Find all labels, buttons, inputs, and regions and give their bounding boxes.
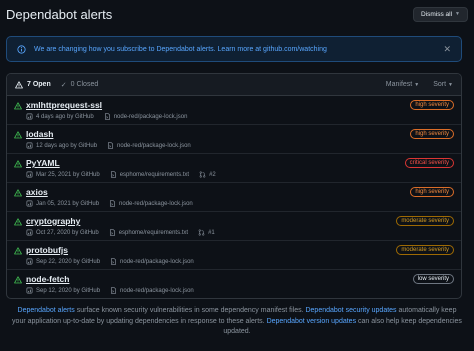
alert-manifest[interactable]: node-red/package-lock.json [114,114,188,120]
alert-icon [15,80,23,88]
alert-icon [14,276,22,284]
chevron-down-icon: ▼ [455,11,460,17]
close-icon[interactable]: ✕ [443,44,451,55]
alert-row[interactable]: cryptography Oct 27, 2020 by GitHub esph… [7,212,461,241]
alert-date: 12 days ago by GitHub [36,142,98,149]
alert-name-link[interactable]: axios [26,187,48,197]
alert-meta: Sep 22, 2020 by GitHub node-red/package-… [26,258,194,265]
alerts-toolbar: 7 Open ✓ 0 Closed Manifest ▼ Sort ▼ [7,74,461,96]
shield-icon [26,171,33,178]
alert-row[interactable]: axios Jan 05, 2021 by GitHub node-red/pa… [7,183,461,212]
alert-manifest[interactable]: node-red/package-lock.json [120,288,194,294]
alert-name-link[interactable]: lodash [26,129,53,139]
shield-icon [26,258,33,265]
alert-icon [14,189,22,197]
info-icon [17,44,26,54]
alert-date: Mar 25, 2021 by GitHub [36,171,100,178]
severity-badge: critical severity [404,158,454,168]
version-updates-link[interactable]: Dependabot version updates [267,318,357,325]
shield-icon [26,287,33,294]
alert-icon [14,218,22,226]
manifest-filter[interactable]: Manifest ▼ [386,81,419,88]
alert-date: 4 days ago by GitHub [36,113,94,120]
alert-manifest[interactable]: node-red/package-lock.json [119,201,193,207]
security-updates-link[interactable]: Dependabot security updates [305,307,396,314]
banner-text: We are changing how you subscribe to Dep… [34,45,327,53]
alert-meta: Jan 05, 2021 by GitHub node-red/package-… [26,200,193,207]
alert-pr-link[interactable]: #2 [209,172,216,178]
severity-badge: high severity [410,129,454,139]
alert-list: xmlhttprequest-ssl 4 days ago by GitHub … [7,96,461,298]
file-icon [108,142,114,149]
file-icon [111,287,117,294]
shield-icon [26,229,33,236]
shield-icon [26,142,33,149]
alert-meta: Oct 27, 2020 by GitHub esphome/requireme… [26,229,215,236]
shield-icon [26,113,33,120]
severity-badge: moderate severity [396,245,454,255]
alerts-panel: 7 Open ✓ 0 Closed Manifest ▼ Sort ▼ xmlh… [6,73,462,299]
tab-closed[interactable]: ✓ 0 Closed [61,81,99,89]
dependabot-alerts-link[interactable]: Dependabot alerts [18,307,75,314]
info-banner: We are changing how you subscribe to Dep… [6,36,462,62]
severity-badge: moderate severity [396,216,454,226]
alert-date: Oct 27, 2020 by GitHub [36,229,99,236]
dismiss-all-label: Dismiss all [420,10,453,18]
alert-meta: 12 days ago by GitHub node-red/package-l… [26,142,191,149]
alert-name-link[interactable]: PyYAML [26,158,60,168]
page-title: Dependabot alerts [6,6,113,22]
alert-name-link[interactable]: protobufjs [26,245,68,255]
pull-request-icon [198,229,205,236]
file-icon [109,229,115,236]
file-icon [110,200,116,207]
page-header: Dependabot alerts Dismiss all ▼ [6,0,468,28]
alert-row[interactable]: protobufjs Sep 22, 2020 by GitHub node-r… [7,241,461,270]
footer-text-1: surface known security vulnerabilities i… [74,307,306,314]
severity-badge: high severity [410,187,454,197]
alert-row[interactable]: lodash 12 days ago by GitHub node-red/pa… [7,125,461,154]
chevron-down-icon: ▼ [448,81,453,88]
alert-name-link[interactable]: xmlhttprequest-ssl [26,100,102,110]
manifest-filter-label: Manifest [385,81,413,88]
alert-pr-link[interactable]: #1 [208,230,215,236]
alert-manifest[interactable]: esphome/requirements.txt [119,230,188,236]
alert-date: Jan 05, 2021 by GitHub [36,200,100,207]
alert-meta: Sep 12, 2020 by GitHub node-red/package-… [26,287,194,294]
alert-icon [14,160,22,168]
severity-badge: high severity [410,100,454,110]
pull-request-icon [199,171,206,178]
alert-name-link[interactable]: cryptography [26,216,80,226]
tab-closed-label: 0 Closed [70,81,99,88]
file-icon [104,113,110,120]
alert-icon [14,102,22,110]
alert-icon [14,131,22,139]
alert-name-link[interactable]: node-fetch [26,274,69,284]
alert-date: Sep 12, 2020 by GitHub [36,287,101,294]
file-icon [110,171,116,178]
alert-icon [14,247,22,255]
severity-badge: low severity [412,274,454,284]
sort-filter-label: Sort [433,81,447,88]
sort-filter[interactable]: Sort ▼ [433,81,453,88]
dismiss-all-button[interactable]: Dismiss all ▼ [412,6,468,22]
alert-row[interactable]: PyYAML Mar 25, 2021 by GitHub esphome/re… [7,154,461,183]
alert-date: Sep 22, 2020 by GitHub [36,258,101,265]
check-icon: ✓ [60,81,67,89]
alert-row[interactable]: node-fetch Sep 12, 2020 by GitHub node-r… [7,270,461,298]
alert-manifest[interactable]: node-red/package-lock.json [117,143,191,149]
tab-open[interactable]: 7 Open [15,80,51,89]
alert-manifest[interactable]: node-red/package-lock.json [120,259,194,265]
alert-row[interactable]: xmlhttprequest-ssl 4 days ago by GitHub … [7,96,461,125]
footer-text: Dependabot alerts surface known security… [10,306,464,338]
alert-meta: Mar 25, 2021 by GitHub esphome/requireme… [26,171,216,178]
tab-open-label: 7 Open [27,81,51,88]
chevron-down-icon: ▼ [414,81,420,88]
shield-icon [26,200,33,207]
alert-meta: 4 days ago by GitHub node-red/package-lo… [26,113,187,120]
file-icon [111,258,117,265]
alert-manifest[interactable]: esphome/requirements.txt [120,172,189,178]
